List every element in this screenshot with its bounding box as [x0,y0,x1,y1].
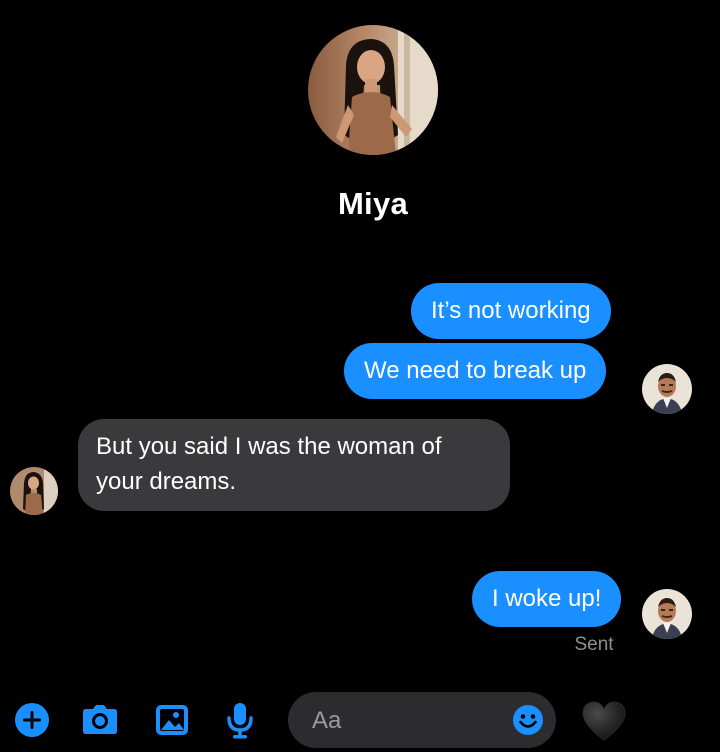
camera-icon [83,705,117,734]
heart-icon [582,701,626,741]
microphone-icon [227,703,253,739]
message-bubble-incoming[interactable]: But you said I was the woman of your dre… [78,419,510,511]
contact-avatar-small [10,467,58,515]
message-bubble-outgoing[interactable]: I woke up! [472,571,622,627]
heart-button[interactable] [581,700,627,742]
microphone-button[interactable] [220,700,260,740]
gallery-button[interactable] [152,700,192,740]
plus-icon [15,703,49,737]
man-avatar-icon [642,364,692,414]
emoji-icon [513,705,543,735]
contact-avatar[interactable] [308,25,438,155]
contact-name: Miya [337,186,409,221]
my-avatar [642,589,692,639]
camera-button[interactable] [80,700,120,740]
message-bubble-outgoing[interactable]: We need to break up [344,343,607,399]
message-status-sent: Sent [574,634,614,655]
man-avatar-icon [642,589,692,639]
my-avatar [642,364,692,414]
image-icon [156,705,188,735]
contact-photo [308,25,438,155]
woman-avatar-icon [10,467,58,515]
emoji-button[interactable] [512,704,544,736]
chat-screen: Miya It’s not working We need to break u… [0,0,720,752]
message-bubble-outgoing[interactable]: It’s not working [411,283,611,339]
message-composer [288,692,556,748]
plus-button[interactable] [12,700,52,740]
message-input[interactable] [310,702,504,740]
